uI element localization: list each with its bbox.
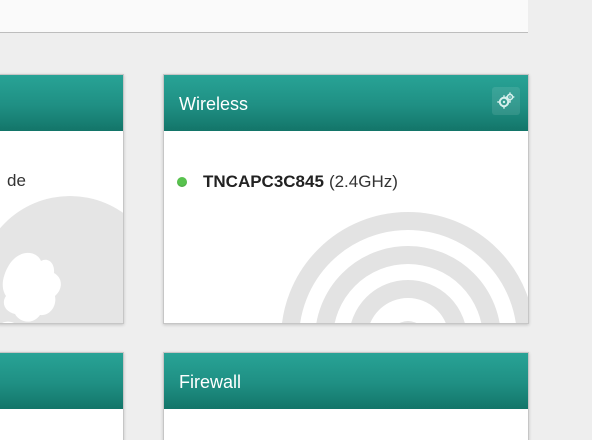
wireless-card-header: Wireless	[164, 75, 528, 131]
top-divider-bar	[0, 0, 528, 33]
network-status-indicator	[177, 177, 187, 187]
small-gear-center	[509, 96, 511, 98]
firewall-card-header: Firewall	[164, 353, 528, 409]
wifi-center-dot	[399, 321, 417, 323]
left-top-card-header	[0, 75, 123, 131]
wireless-title: Wireless	[179, 94, 249, 114]
wifi-inner-arc	[351, 280, 465, 323]
left-bottom-card-header	[0, 353, 123, 409]
wireless-card: Wireless TNCAPC3C845 (2.4GHz)	[163, 74, 529, 324]
large-gear-center	[502, 100, 506, 104]
wifi-signal-icon	[282, 212, 528, 323]
firewall-title: Firewall	[179, 372, 242, 392]
gears-icon	[497, 92, 515, 109]
network-band: (2.4GHz)	[328, 172, 398, 191]
left-bottom-card	[0, 352, 124, 440]
globe-icon	[0, 196, 123, 323]
wireless-settings-button[interactable]	[492, 87, 520, 115]
firewall-card: Firewall	[163, 352, 529, 440]
left-top-card: de	[0, 74, 124, 324]
wireless-network-row: TNCAPC3C845 (2.4GHz)	[177, 171, 398, 193]
left-top-card-text: de	[7, 171, 26, 190]
network-ssid: TNCAPC3C845	[203, 172, 324, 191]
dashboard-viewport: de Wireless TNCAPC3C845 (2.4GHz) Firewal…	[0, 0, 592, 440]
